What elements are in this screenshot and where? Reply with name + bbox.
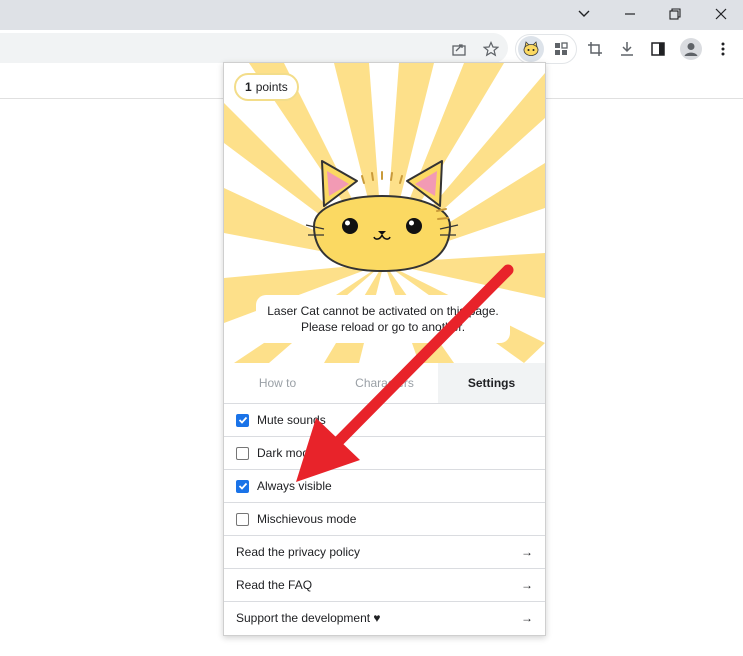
arrow-right-icon: → (521, 545, 533, 559)
share-icon[interactable] (446, 36, 472, 62)
activation-notice: Laser Cat cannot be activated on this pa… (256, 295, 510, 343)
points-label: points (255, 80, 288, 94)
tab-settings[interactable]: Settings (438, 363, 545, 403)
restore-icon[interactable] (653, 0, 697, 28)
link-privacy-policy[interactable]: Read the privacy policy → (224, 536, 545, 569)
tab-how-to[interactable]: How to (224, 363, 331, 403)
always-visible-checkbox[interactable] (236, 479, 249, 493)
link-support-development[interactable]: Support the development ♥ → (224, 602, 545, 634)
extensions-puzzle-icon[interactable] (548, 36, 574, 62)
setting-always-visible[interactable]: Always visible (224, 470, 545, 503)
mischievous-mode-checkbox[interactable] (236, 512, 249, 526)
download-icon[interactable] (614, 36, 640, 62)
more-menu-icon[interactable] (710, 36, 736, 62)
points-value: 1 (245, 80, 252, 94)
extensions-group (515, 34, 577, 64)
popup-hero: 1 points Laser Cat cannot be activated o… (224, 63, 545, 363)
minimize-icon[interactable] (608, 0, 652, 28)
popup-tabs: How to Characters Settings (224, 363, 545, 404)
arrow-right-icon: → (521, 611, 533, 625)
setting-mute-sounds[interactable]: Mute sounds (224, 404, 545, 437)
mute-sounds-checkbox[interactable] (236, 413, 249, 427)
crop-icon[interactable] (582, 36, 608, 62)
points-badge: 1 points (234, 73, 299, 101)
window-titlebar (0, 0, 743, 30)
link-label: Support the development ♥ (236, 611, 381, 625)
setting-label: Mute sounds (257, 413, 326, 427)
side-panel-icon[interactable] (645, 36, 671, 62)
star-icon[interactable] (478, 36, 504, 62)
address-bar[interactable] (0, 33, 508, 63)
dark-mode-checkbox[interactable] (236, 446, 249, 460)
setting-mischievous-mode[interactable]: Mischievous mode (224, 503, 545, 536)
notice-line-1: Laser Cat cannot be activated on this pa… (267, 304, 499, 318)
tab-search-chevron-down-icon[interactable] (562, 0, 606, 28)
tab-characters[interactable]: Characters (331, 363, 438, 403)
link-label: Read the FAQ (236, 578, 313, 592)
setting-label: Dark mode (257, 446, 316, 460)
setting-label: Always visible (257, 479, 332, 493)
notice-line-2: Please reload or go to another. (300, 320, 466, 334)
laser-cat-popup: 1 points Laser Cat cannot be activated o… (223, 62, 546, 636)
laser-cat-extension-icon[interactable] (518, 36, 544, 62)
profile-icon[interactable] (678, 36, 704, 62)
link-label: Read the privacy policy (236, 545, 361, 559)
close-icon[interactable] (699, 0, 743, 28)
laser-cat-icon (305, 160, 459, 273)
settings-list: Mute sounds Dark mode Always visible Mis… (224, 404, 545, 634)
setting-label: Mischievous mode (257, 512, 357, 526)
setting-dark-mode[interactable]: Dark mode (224, 437, 545, 470)
arrow-right-icon: → (521, 578, 533, 592)
link-faq[interactable]: Read the FAQ → (224, 569, 545, 602)
